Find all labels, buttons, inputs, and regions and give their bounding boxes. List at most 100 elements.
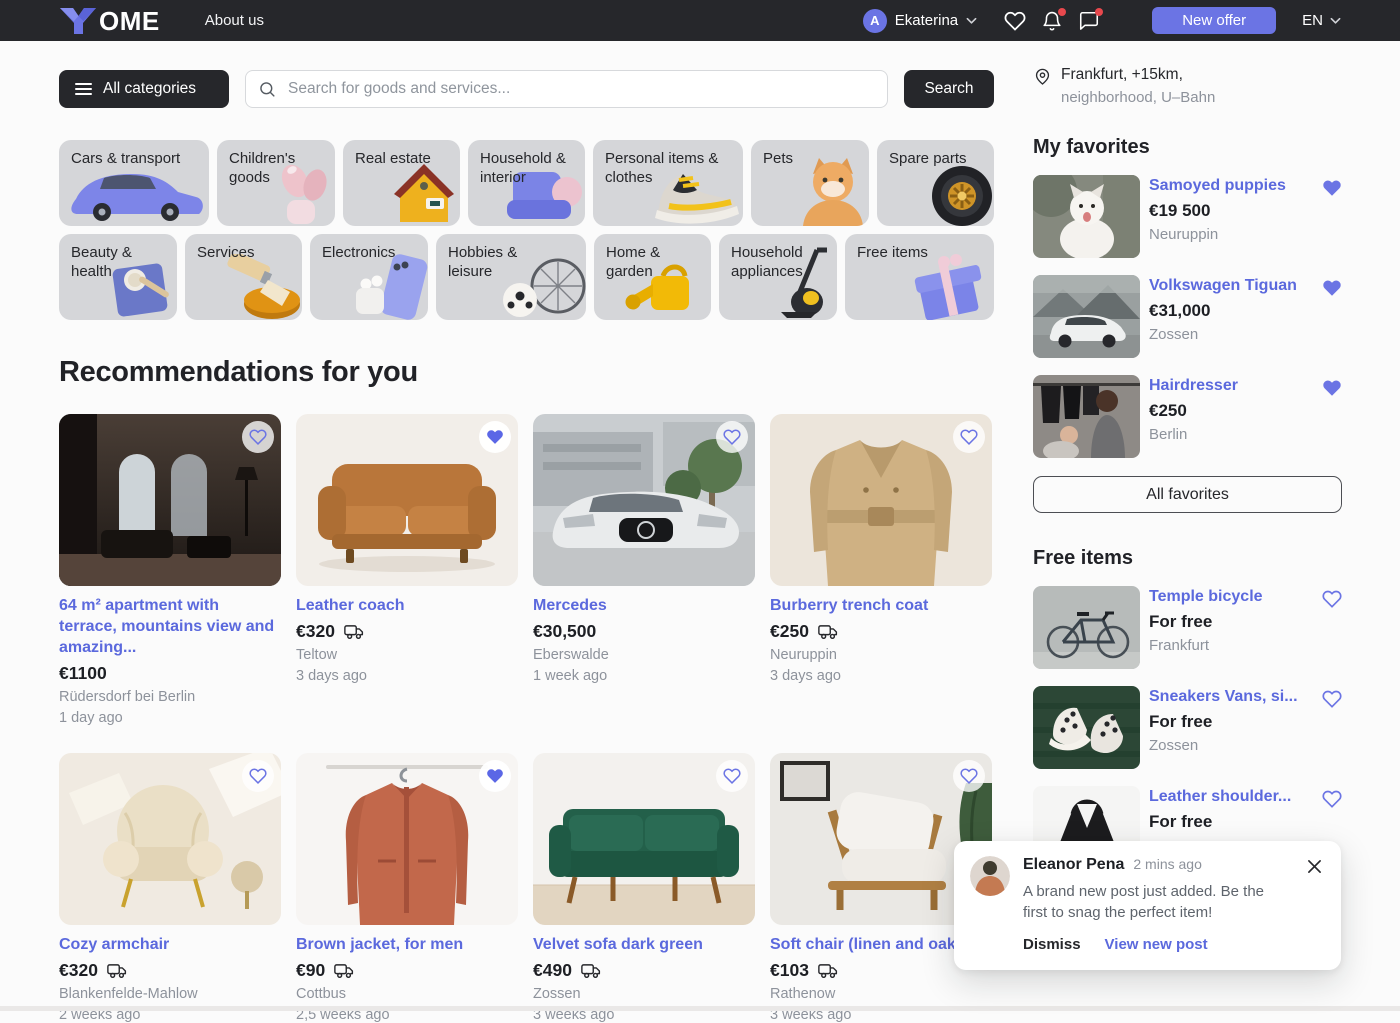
logo-text: OME	[99, 8, 160, 34]
hairdresser-thumbnail[interactable]	[1033, 375, 1140, 458]
view-new-post-link[interactable]: View new post	[1105, 936, 1208, 953]
leather-sofa-photo[interactable]	[296, 414, 518, 586]
category-services[interactable]: Services	[185, 234, 302, 320]
favorite-title[interactable]: Volkswagen Tiguan	[1149, 277, 1313, 295]
eleanor-avatar	[970, 856, 1010, 896]
search-input[interactable]	[286, 79, 875, 99]
heart-filled-icon[interactable]	[1322, 378, 1342, 398]
apartment-photo[interactable]	[59, 414, 281, 586]
all-categories-button[interactable]: All categories	[59, 70, 229, 108]
product-title[interactable]: Leather coach	[296, 595, 518, 616]
location-selector[interactable]: Frankfurt, +15km, neighborhood, U–Bahn	[1033, 66, 1342, 106]
free-item-title[interactable]: Sneakers Vans, si...	[1149, 688, 1313, 706]
user-menu[interactable]: A Ekaterina	[863, 9, 977, 33]
notifications-button[interactable]	[1041, 10, 1063, 32]
category-hobbies-leisure[interactable]: Hobbies & leisure	[436, 234, 586, 320]
favorite-toggle[interactable]	[242, 421, 274, 453]
product-card: Cozy armchair €320 Blankenfelde-Mahlow 2…	[59, 753, 281, 1023]
product-location: Rüdersdorf bei Berlin	[59, 689, 281, 705]
category-personal-items-clothes[interactable]: Personal items & clothes	[593, 140, 743, 226]
armchair-photo[interactable]	[59, 753, 281, 925]
free-item-title[interactable]: Temple bicycle	[1149, 588, 1313, 606]
brown-jacket-photo[interactable]	[296, 753, 518, 925]
category-spare-parts[interactable]: Spare parts	[877, 140, 994, 226]
category-electronics[interactable]: Electronics	[310, 234, 428, 320]
free-item: Sneakers Vans, si... For free Zossen	[1033, 686, 1342, 769]
yome-logo[interactable]: OME	[59, 6, 160, 36]
favorite-location: Berlin	[1149, 426, 1313, 443]
product-title[interactable]: Brown jacket, for men	[296, 934, 518, 955]
delivery-truck-icon	[818, 962, 839, 980]
toast-sender-name: Eleanor Pena	[1023, 856, 1124, 873]
phone-earbuds-image	[350, 254, 428, 320]
nav-about-us[interactable]: About us	[205, 12, 264, 29]
category-household-interior[interactable]: Household & interior	[468, 140, 585, 226]
product-title[interactable]: Mercedes	[533, 595, 755, 616]
favorite-toggle[interactable]	[716, 421, 748, 453]
delivery-truck-icon	[107, 962, 128, 980]
delivery-truck-icon	[344, 623, 365, 641]
chevron-down-icon	[1330, 17, 1341, 25]
product-location: Blankenfelde-Mahlow	[59, 986, 281, 1002]
favorite-toggle[interactable]	[953, 760, 985, 792]
all-favorites-button[interactable]: All favorites	[1033, 476, 1342, 513]
tiguan-thumbnail[interactable]	[1033, 275, 1140, 358]
product-title[interactable]: Burberry trench coat	[770, 595, 992, 616]
dismiss-button[interactable]: Dismiss	[1023, 936, 1081, 953]
heart-icon[interactable]	[1322, 689, 1342, 709]
favorite-toggle[interactable]	[242, 760, 274, 792]
green-sofa-photo[interactable]	[533, 753, 755, 925]
product-title[interactable]: Velvet sofa dark green	[533, 934, 755, 955]
heart-icon	[960, 428, 978, 446]
sneakers-thumbnail[interactable]	[1033, 686, 1140, 769]
toast-close-button[interactable]	[1307, 858, 1323, 874]
favorites-heading: My favorites	[1033, 136, 1342, 159]
free-item-location: Frankfurt	[1149, 637, 1313, 654]
heart-filled-icon	[486, 428, 504, 446]
category-home-garden[interactable]: Home & garden	[594, 234, 711, 320]
heart-icon[interactable]	[1322, 589, 1342, 609]
favorite-title[interactable]: Hairdresser	[1149, 377, 1313, 395]
logo-box-icon	[59, 6, 97, 36]
favorite-title[interactable]: Samoyed puppies	[1149, 177, 1313, 195]
favorite-toggle[interactable]	[479, 421, 511, 453]
favorite-location: Neuruppin	[1149, 226, 1313, 243]
category-cars-transport[interactable]: Cars & transport	[59, 140, 209, 226]
heart-icon[interactable]	[1322, 789, 1342, 809]
heart-filled-icon[interactable]	[1322, 178, 1342, 198]
heart-filled-icon[interactable]	[1322, 278, 1342, 298]
product-time: 1 day ago	[59, 710, 281, 726]
new-offer-button[interactable]: New offer	[1152, 7, 1276, 34]
messages-button[interactable]	[1078, 10, 1100, 32]
favorite-toggle[interactable]	[953, 421, 985, 453]
favorite-toggle[interactable]	[716, 760, 748, 792]
trench-coat-photo[interactable]	[770, 414, 992, 586]
free-item: Temple bicycle For free Frankfurt	[1033, 586, 1342, 669]
product-title[interactable]: 64 m² apartment with terrace, mountains …	[59, 595, 281, 658]
paint-brush-image	[226, 254, 302, 320]
product-price: €103	[770, 960, 809, 981]
bicycle-thumbnail[interactable]	[1033, 586, 1140, 669]
product-title[interactable]: Cozy armchair	[59, 934, 281, 955]
category-pets[interactable]: Pets	[751, 140, 869, 226]
product-card: Mercedes €30,500 Eberswalde 1 week ago	[533, 414, 755, 726]
favorite-price: €250	[1149, 401, 1313, 421]
search-box[interactable]	[245, 70, 888, 108]
recommendations-title: Recommendations for you	[59, 356, 994, 389]
product-time: 3 days ago	[296, 668, 518, 684]
favorites-nav-button[interactable]	[1004, 10, 1026, 32]
category-household-appliances[interactable]: Household appliances	[719, 234, 837, 320]
category-childrens-goods[interactable]: Children's goods	[217, 140, 335, 226]
mercedes-photo[interactable]	[533, 414, 755, 586]
search-button[interactable]: Search	[904, 70, 994, 108]
location-line1: Frankfurt, +15km,	[1061, 66, 1215, 84]
category-free-items[interactable]: Free items	[845, 234, 994, 320]
free-item-title[interactable]: Leather shoulder...	[1149, 788, 1313, 806]
favorite-toggle[interactable]	[479, 760, 511, 792]
samoyed-thumbnail[interactable]	[1033, 175, 1140, 258]
category-real-estate[interactable]: Real estate	[343, 140, 460, 226]
language-selector[interactable]: EN	[1302, 12, 1341, 29]
category-beauty-health[interactable]: Beauty & health	[59, 234, 177, 320]
search-bar: All categories Search	[59, 70, 994, 108]
product-card: Burberry trench coat €250 Neuruppin 3 da…	[770, 414, 992, 726]
